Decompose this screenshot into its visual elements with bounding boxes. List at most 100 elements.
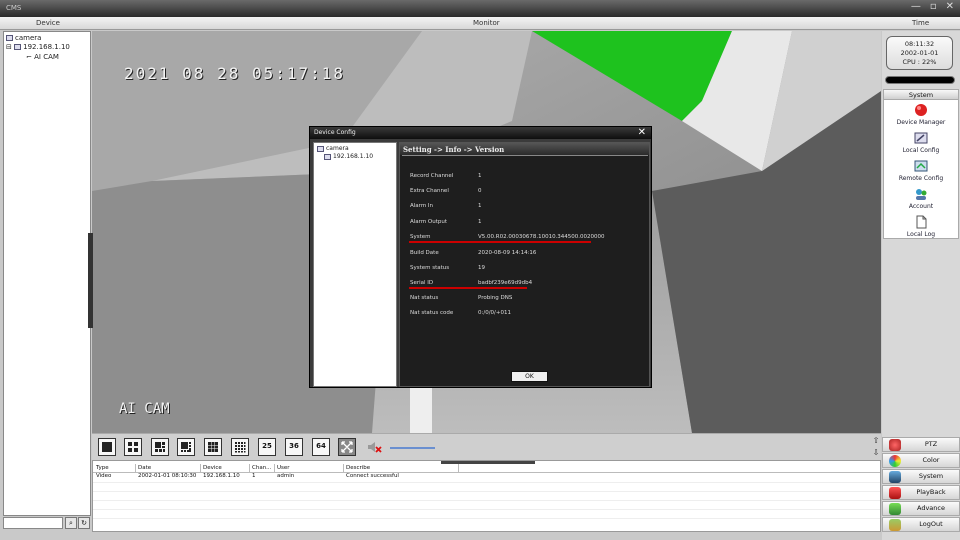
breadcrumb-divider <box>402 155 648 156</box>
panel-collapse-handle[interactable] <box>88 233 93 328</box>
col-separator <box>274 464 275 473</box>
search-icon[interactable]: ⌕ <box>65 517 77 529</box>
app-title: CMS <box>6 4 22 12</box>
playback-button[interactable]: PlayBack <box>882 485 960 500</box>
local-log-item[interactable]: Local Log <box>884 215 958 238</box>
field-value-alarm-in: 1 <box>478 203 482 209</box>
field-label-alarm-output: Alarm Output <box>410 219 448 225</box>
remote-config-icon <box>914 160 928 172</box>
layout-9-icon <box>208 442 218 452</box>
layout-4-button[interactable] <box>124 438 142 456</box>
row-divider <box>93 482 880 483</box>
camera-group-icon <box>6 35 13 41</box>
col-type[interactable]: Type <box>96 465 109 471</box>
layout-6-button[interactable] <box>151 438 169 456</box>
col-device[interactable]: Device <box>203 465 222 471</box>
maximize-icon[interactable]: ▫ <box>930 1 937 12</box>
minimize-icon[interactable]: — <box>911 1 921 12</box>
header-strip: Device Monitor Time <box>0 17 960 30</box>
cell-describe: Connect successful <box>346 473 399 479</box>
volume-slider[interactable] <box>390 447 435 449</box>
device-manager-item[interactable]: Device Manager <box>884 103 958 126</box>
row-divider <box>93 509 880 510</box>
monitor-header: Monitor <box>473 19 500 27</box>
layout-1-button[interactable] <box>98 438 116 456</box>
device-tree-panel: camera ⊟ 192.168.1.10 ⌐ AI CAM <box>3 31 91 516</box>
col-separator <box>458 464 459 473</box>
local-config-item[interactable]: Local Config <box>884 131 958 154</box>
ok-button[interactable]: OK <box>511 371 548 382</box>
dialog-close-icon[interactable]: ✕ <box>638 127 646 138</box>
field-value-build-date: 2020-08-09 14:14:16 <box>478 250 537 256</box>
col-date[interactable]: Date <box>138 465 151 471</box>
ptz-button[interactable]: PTZ <box>882 437 960 452</box>
camera-group-icon <box>317 145 324 152</box>
col-separator <box>200 464 201 473</box>
cell-channel: 1 <box>252 473 256 479</box>
advance-icon <box>889 503 901 515</box>
osd-timestamp: 2021 08 28 05:17:18 <box>124 64 346 83</box>
layout-16-button[interactable] <box>231 438 249 456</box>
layout-1-icon <box>102 442 112 452</box>
logout-icon <box>889 519 901 531</box>
version-info-panel: Setting -> Info -> Version Record Channe… <box>399 142 650 387</box>
device-config-dialog: Device Config ✕ camera 192.168.1.10 Sett… <box>309 126 652 388</box>
field-label-system: System <box>410 234 431 240</box>
field-label-nat-status-code: Nat status code <box>410 310 454 316</box>
dialog-tree-device[interactable]: 192.168.1.10 <box>324 153 373 160</box>
osd-channel-name: AI CAM <box>119 401 170 417</box>
view-toolbar: 25 36 64 ⇧ ⇩ <box>92 433 881 460</box>
dialog-device-tree: camera 192.168.1.10 <box>313 142 397 387</box>
system-button[interactable]: System <box>882 469 960 484</box>
tree-item-channel[interactable]: ⌐ AI CAM <box>26 53 59 61</box>
log-header-row: Type Date Device Chan... User Describe <box>93 464 880 473</box>
layout-36-button[interactable]: 36 <box>285 438 303 456</box>
col-channel[interactable]: Chan... <box>252 465 271 471</box>
tree-search-input[interactable] <box>3 517 63 529</box>
layout-9-button[interactable] <box>204 438 222 456</box>
field-label-build-date: Build Date <box>410 250 439 256</box>
device-icon <box>324 153 331 160</box>
fullscreen-button[interactable] <box>338 438 356 456</box>
device-icon <box>14 44 22 50</box>
system-panel-header: System <box>884 90 958 100</box>
device-header: Device <box>36 19 60 27</box>
remote-config-item[interactable]: Remote Config <box>884 159 958 182</box>
window-controls: — ▫ ✕ <box>911 1 954 12</box>
clock-date: 2002-01-01 <box>900 49 939 57</box>
cell-date: 2002-01-01 08:10:30 <box>138 473 197 479</box>
account-item[interactable]: Account <box>884 187 958 210</box>
field-value-extra-channel: 0 <box>478 188 482 194</box>
tree-item-device[interactable]: ⊟ 192.168.1.10 <box>6 43 70 51</box>
ptz-icon <box>889 439 901 451</box>
scroll-up-icon[interactable]: ⇧ <box>871 435 881 447</box>
refresh-icon[interactable]: ↻ <box>78 517 90 529</box>
col-user[interactable]: User <box>277 465 290 471</box>
toolbar-scroll[interactable]: ⇧ ⇩ <box>871 435 881 461</box>
field-label-serial-id: Serial ID <box>410 280 434 286</box>
close-icon[interactable]: ✕ <box>946 1 954 12</box>
cell-user: admin <box>277 473 295 479</box>
logout-button[interactable]: LogOut <box>882 517 960 532</box>
field-label-record-channel: Record Channel <box>410 173 454 179</box>
layout-6-icon <box>155 442 165 452</box>
mute-button[interactable] <box>366 439 382 455</box>
local-config-icon <box>914 132 928 144</box>
table-row[interactable]: Video 2002-01-01 08:10:30 192.168.1.10 1… <box>93 473 880 482</box>
col-describe[interactable]: Describe <box>346 465 370 471</box>
system-panel: System Device Manager Local Config Remot… <box>883 89 959 239</box>
field-value-nat-status: Probing DNS <box>478 295 513 301</box>
layout-25-button[interactable]: 25 <box>258 438 276 456</box>
color-button[interactable]: Color <box>882 453 960 468</box>
layout-8-button[interactable] <box>177 438 195 456</box>
dialog-tree-camera[interactable]: camera <box>317 145 349 152</box>
color-icon <box>889 455 901 467</box>
advance-button[interactable]: Advance <box>882 501 960 516</box>
scroll-down-icon[interactable]: ⇩ <box>871 447 881 459</box>
tree-item-camera[interactable]: camera <box>6 34 41 42</box>
field-value-record-channel: 1 <box>478 173 482 179</box>
collapse-icon[interactable]: ⊟ <box>6 43 12 51</box>
field-value-serial-id: badbf239e69d9db4 <box>478 280 533 286</box>
col-separator <box>249 464 250 473</box>
layout-64-button[interactable]: 64 <box>312 438 330 456</box>
